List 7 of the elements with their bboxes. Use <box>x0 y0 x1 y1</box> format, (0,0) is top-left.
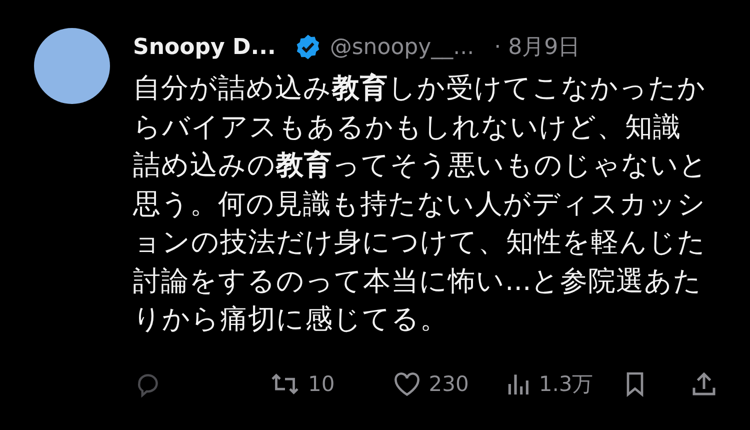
post-text: 自分が詰め込み教育しか受けてこなかったからバイアスもあるかもしれないけど、知識詰め込みの教育ってそう悪いものじゃないと思う。何の見識も持たない人がディスカッションの技法だけ身につけて、知性を軽んじた討論をするのって本当に怖い...と参院選あたりから痛切に感じてる。 <box>133 71 708 337</box>
views-button[interactable]: 1.3万 <box>504 368 594 398</box>
author-handle[interactable]: @snoopy__... <box>330 34 474 60</box>
repost-button[interactable]: 10 <box>268 368 335 398</box>
post-time[interactable]: · 8月9日 <box>494 32 580 62</box>
like-button[interactable]: 230 <box>390 368 469 398</box>
author-name[interactable]: Snoopy D... <box>133 34 276 60</box>
